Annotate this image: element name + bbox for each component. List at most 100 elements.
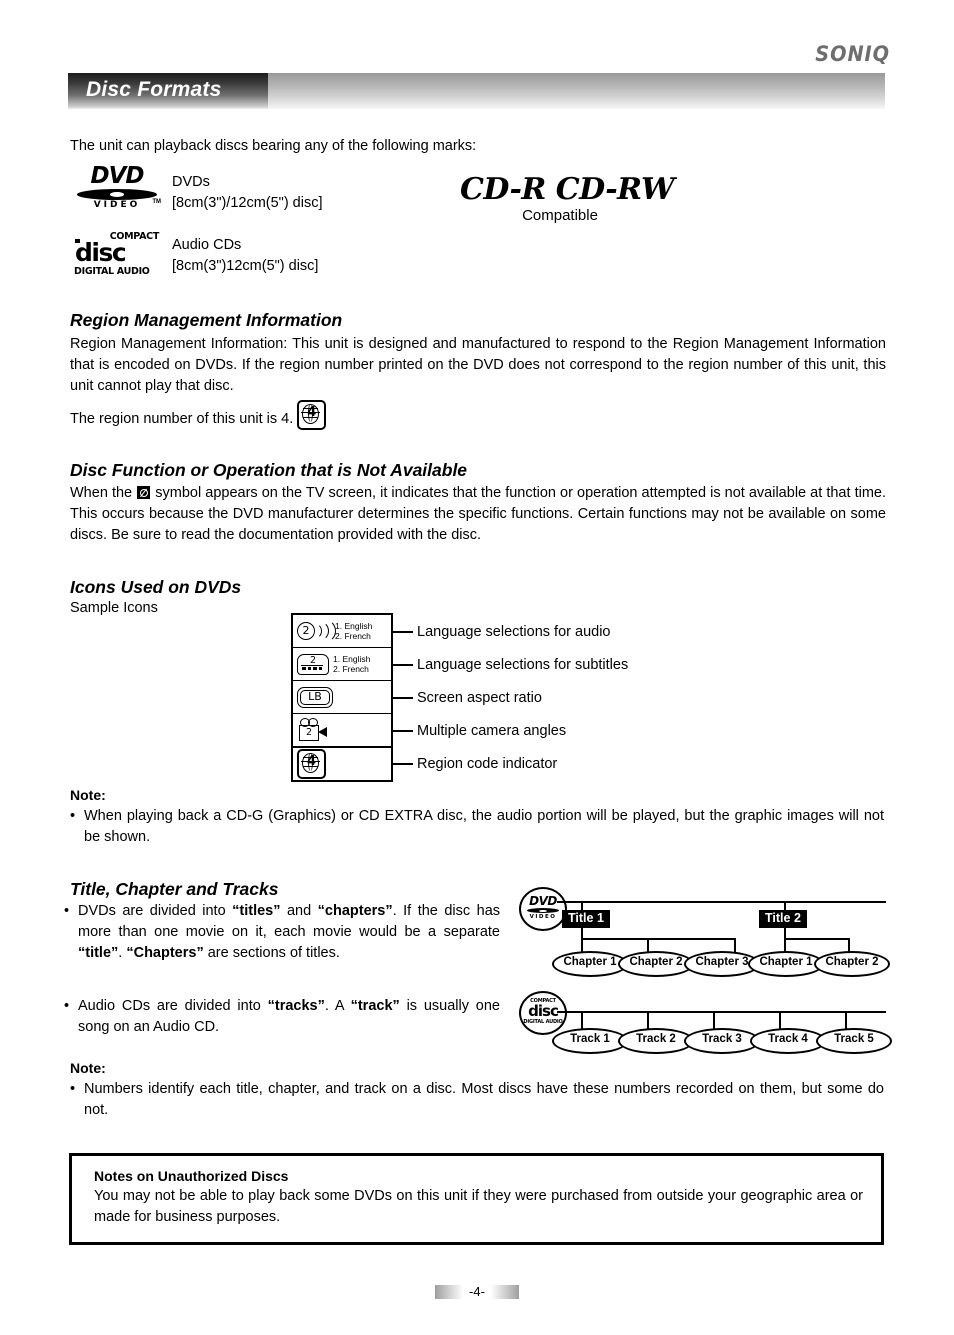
cdr-cdrw-title: CD-R CD-RW bbox=[460, 172, 675, 207]
diagram-track-oval: Track 3 bbox=[684, 1028, 760, 1054]
camera-angle-count: 2 bbox=[299, 725, 319, 741]
tc-seg-2: and bbox=[280, 903, 318, 919]
icon-label-region: Region code indicator bbox=[417, 756, 558, 772]
subtitle-bar-shape bbox=[301, 664, 323, 666]
page-footer: -4- bbox=[0, 1283, 954, 1299]
compact-disc-logo: COMPACT disc DIGITAL AUDIO bbox=[74, 231, 160, 277]
icon-row-camera: 2 bbox=[293, 714, 391, 748]
icon-row-subtitle: 2 1. English 2. French bbox=[293, 648, 391, 681]
dvd-mark-text: DVDs [8cm(3")/12cm(5") disc] bbox=[172, 172, 323, 214]
diagram-title-2: Title 2 bbox=[759, 910, 807, 928]
cd-logo-disc-word: disc bbox=[75, 238, 127, 267]
icon-label-subtitle: Language selections for subtitles bbox=[417, 657, 629, 673]
soniq-logo: SONIQ bbox=[815, 42, 890, 66]
heading-not-available: Disc Function or Operation that is Not A… bbox=[70, 460, 468, 480]
title-chapter-bullet-1: • DVDs are divided into “titles” and “cha… bbox=[64, 901, 504, 964]
title-chapter-bullet-2: • Audio CDs are divided into “tracks”. A … bbox=[64, 996, 504, 1038]
dvd-mini-video-word: VIDEO bbox=[529, 914, 557, 920]
note-bullet-1: • When playing back a CD-G (Graphics) or … bbox=[70, 806, 886, 848]
tc-bold-chapters-2: “Chapters” bbox=[126, 945, 204, 961]
subtitle-icon: 2 bbox=[297, 653, 329, 675]
tc2-seg-1: Audio CDs are divided into bbox=[78, 998, 268, 1014]
title-chapter-bullet-2-text: Audio CDs are divided into “tracks”. A “… bbox=[78, 996, 500, 1038]
region-management-body: Region Management Information: This unit… bbox=[70, 336, 886, 394]
cdr-cdrw-subtitle: Compatible bbox=[522, 207, 598, 224]
cd-mark-text: Audio CDs [8cm(3")12cm(5") disc] bbox=[172, 235, 318, 277]
unauthorized-discs-title: Notes on Unauthorized Discs bbox=[94, 1168, 289, 1184]
intro-text: The unit can playback discs bearing any … bbox=[70, 138, 477, 154]
heading-icons-used: Icons Used on DVDs bbox=[70, 577, 242, 597]
diagram-chapter-oval: Chapter 1 bbox=[748, 951, 824, 977]
camera-angles-icon: 2 bbox=[297, 718, 331, 742]
icon-row-region: 4 bbox=[293, 748, 391, 780]
bullet-marker: • bbox=[64, 998, 70, 1014]
footer-decoration-left bbox=[435, 1284, 464, 1299]
subtitle-lang-1: 1. English bbox=[333, 654, 371, 664]
note-bullet-2: • Numbers identify each title, chapter, a… bbox=[70, 1079, 886, 1121]
leader-line-region bbox=[391, 763, 413, 765]
region-code-icon: 4 bbox=[297, 400, 327, 430]
heading-region-management: Region Management Information bbox=[70, 310, 343, 330]
document-page: SONIQ Disc Formats The unit can playback… bbox=[0, 0, 954, 1335]
diagram-chapter-oval: Chapter 1 bbox=[552, 951, 628, 977]
title-chapter-bullet-1-text: DVDs are divided into “titles” and “chap… bbox=[78, 901, 500, 964]
diagram-chapter-oval: Chapter 2 bbox=[814, 951, 890, 977]
prohibited-symbol-icon bbox=[137, 486, 151, 499]
sample-icons-label: Sample Icons bbox=[70, 600, 158, 616]
audio-lang-1: 1. English bbox=[335, 621, 373, 631]
note-bullet-1-text: When playing back a CD-G (Graphics) or C… bbox=[84, 808, 884, 845]
icon-row-subtitle-langs: 1. English 2. French bbox=[333, 654, 370, 674]
dvd-logo-tm: TM bbox=[152, 199, 161, 205]
tc2-bold-track: “track” bbox=[350, 998, 400, 1014]
icon-label-aspect: Screen aspect ratio bbox=[417, 690, 542, 706]
note-label-1: Note: bbox=[70, 787, 106, 803]
region-code-icon-table: 4 bbox=[297, 749, 326, 779]
diagram-track-oval: Track 4 bbox=[750, 1028, 826, 1054]
audio-lang-2: 2. French bbox=[335, 631, 371, 641]
tc-bold-titles: “titles” bbox=[232, 903, 281, 919]
diagram-title2-chapter-bus bbox=[784, 938, 850, 940]
not-available-body-before: When the bbox=[70, 485, 133, 501]
dvd-logo-word: DVD bbox=[90, 163, 145, 189]
page-title: Disc Formats bbox=[86, 78, 222, 101]
dvd-video-disc-icon: DVD VIDEO bbox=[519, 887, 567, 931]
dvd-logo-hole-shape bbox=[110, 192, 124, 197]
tc2-bold-tracks: “tracks” bbox=[267, 998, 325, 1014]
diagram-title-1: Title 1 bbox=[562, 910, 610, 928]
audio-arc-3-shape bbox=[312, 619, 336, 643]
tc2-seg-2: . A bbox=[324, 998, 351, 1014]
diagram-title1-chapter-bus bbox=[581, 938, 736, 940]
tc-seg-5: are sections of titles. bbox=[203, 945, 340, 961]
page-number: -4- bbox=[469, 1284, 485, 1300]
diagram-dvd-bus bbox=[557, 901, 886, 903]
region-number-line: The region number of this unit is 4. 4 bbox=[70, 400, 327, 430]
dvd-logo-video-word: VIDEO bbox=[93, 200, 141, 210]
note-label-2: Note: bbox=[70, 1060, 106, 1076]
icon-row-aspect: LB bbox=[293, 681, 391, 714]
cd-mark-label: Audio CDs bbox=[172, 237, 242, 253]
leader-line-camera bbox=[391, 730, 413, 732]
letterbox-icon: LB bbox=[297, 686, 333, 708]
icon-row-audio: 2 1. English 2. French bbox=[293, 615, 391, 648]
cd-logo-digital-audio-word: DIGITAL AUDIO bbox=[74, 266, 150, 277]
footer-decoration-right bbox=[490, 1284, 519, 1299]
leader-line-audio bbox=[391, 631, 413, 633]
diagram-track-oval: Track 2 bbox=[618, 1028, 694, 1054]
compact-disc-icon: COMPACT disc DIGITAL AUDIO bbox=[519, 991, 567, 1035]
region-code-number-table: 4 bbox=[306, 754, 317, 769]
icon-row-audio-langs: 1. English 2. French bbox=[335, 621, 372, 641]
cd-mark-spec: [8cm(3")12cm(5") disc] bbox=[172, 258, 319, 274]
icon-legend-table: 2 1. English 2. French 2 1. English 2. F… bbox=[291, 613, 393, 782]
dvd-mark-label: DVDs bbox=[172, 174, 210, 190]
dvd-video-logo: DVD VIDEO TM bbox=[74, 163, 161, 212]
cd-mini-digital-audio-word: DIGITAL AUDIO bbox=[523, 1019, 563, 1025]
note-bullet-2-text: Numbers identify each title, chapter, an… bbox=[84, 1081, 884, 1118]
dvd-mark-spec: [8cm(3")/12cm(5") disc] bbox=[172, 195, 323, 211]
bullet-marker: • bbox=[70, 1081, 76, 1097]
leader-line-aspect bbox=[391, 697, 413, 699]
diagram-track-oval: Track 5 bbox=[816, 1028, 892, 1054]
tc-seg-1: DVDs are divided into bbox=[78, 903, 233, 919]
region-code-number: 4 bbox=[307, 405, 317, 420]
heading-title-chapter-tracks: Title, Chapter and Tracks bbox=[70, 879, 279, 899]
not-available-body: When the symbol appears on the TV screen… bbox=[70, 483, 886, 546]
